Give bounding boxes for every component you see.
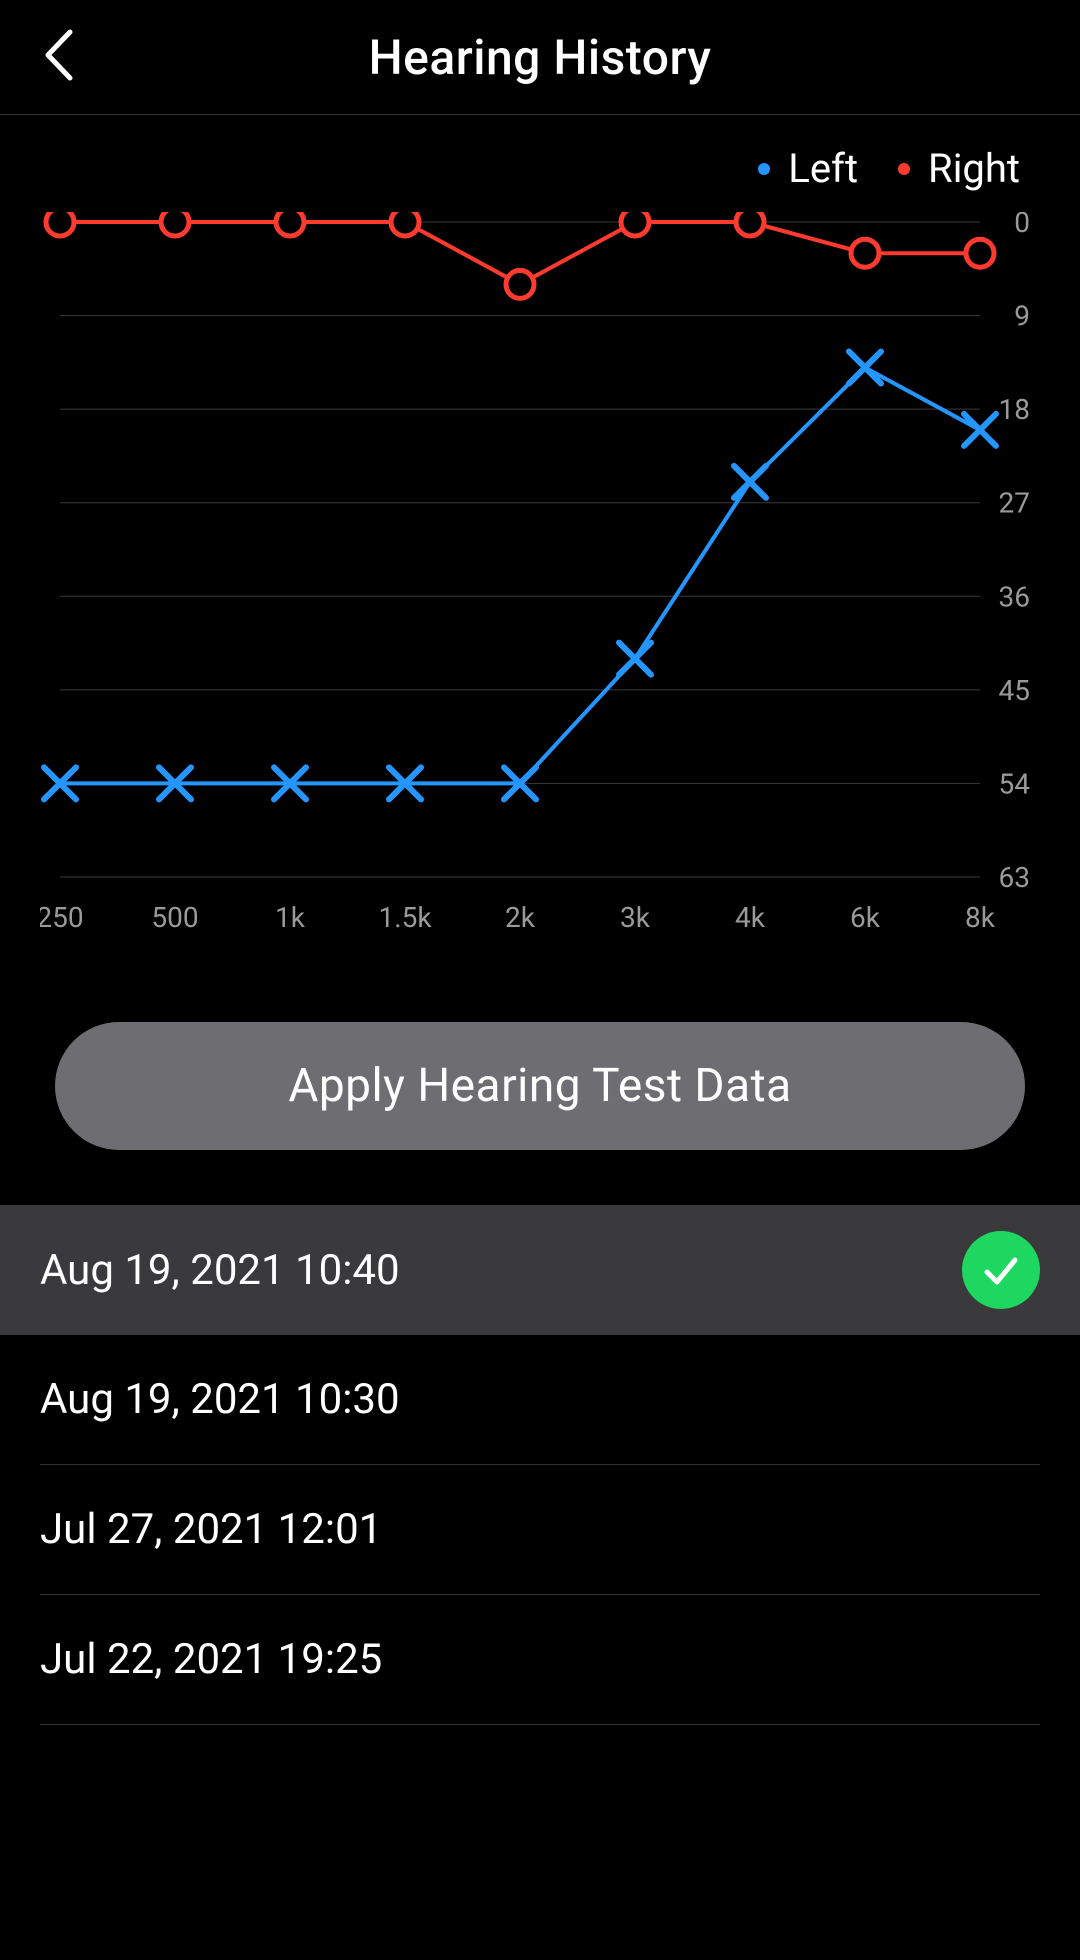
svg-text:1.5k: 1.5k [378, 901, 432, 934]
legend-item-left: Left [758, 145, 858, 192]
legend-dot-left [758, 163, 770, 175]
legend-label-left: Left [788, 145, 858, 192]
back-button[interactable] [40, 28, 78, 86]
svg-text:3k: 3k [620, 901, 651, 934]
history-item-label: Jul 27, 2021 12:01 [40, 1505, 382, 1554]
svg-text:9: 9 [1014, 300, 1030, 333]
history-item-label: Jul 22, 2021 19:25 [40, 1635, 382, 1684]
chevron-left-icon [40, 28, 78, 82]
svg-text:500: 500 [151, 901, 198, 934]
check-icon [962, 1231, 1040, 1309]
svg-text:6k: 6k [850, 901, 881, 934]
svg-text:54: 54 [999, 767, 1031, 800]
svg-text:2k: 2k [505, 901, 536, 934]
history-item[interactable]: Aug 19, 2021 10:30 [40, 1335, 1040, 1465]
legend-item-right: Right [898, 145, 1020, 192]
history-item[interactable]: Aug 19, 2021 10:40 [0, 1205, 1080, 1335]
svg-text:45: 45 [999, 674, 1030, 707]
history-item-label: Aug 19, 2021 10:40 [40, 1246, 400, 1295]
svg-text:8k: 8k [965, 901, 996, 934]
svg-text:1k: 1k [275, 901, 306, 934]
history-item[interactable]: Jul 27, 2021 12:01 [40, 1465, 1040, 1595]
chart-area: Left Right 0 9 18 27 36 45 54 63 250 500 1k 1.5k 2k 3… [0, 115, 1080, 962]
svg-text:63: 63 [999, 861, 1030, 894]
svg-text:18: 18 [999, 393, 1030, 426]
svg-text:250: 250 [40, 901, 84, 934]
svg-text:27: 27 [999, 487, 1030, 520]
audiogram-chart: 0 9 18 27 36 45 54 63 250 500 1k 1.5k 2k 3k 4k 6k 8k [40, 212, 1040, 962]
history-item-label: Aug 19, 2021 10:30 [40, 1375, 400, 1424]
legend-dot-right [898, 163, 910, 175]
page-title: Hearing History [369, 29, 712, 86]
legend-label-right: Right [928, 145, 1020, 192]
svg-text:4k: 4k [735, 901, 766, 934]
legend: Left Right [40, 115, 1040, 212]
svg-text:0: 0 [1014, 212, 1030, 239]
header: Hearing History [0, 0, 1080, 115]
history-list: Aug 19, 2021 10:40 Aug 19, 2021 10:30 Jul … [0, 1205, 1080, 1725]
svg-text:36: 36 [999, 580, 1030, 613]
apply-button[interactable]: Apply Hearing Test Data [55, 1022, 1025, 1150]
history-item[interactable]: Jul 22, 2021 19:25 [40, 1595, 1040, 1725]
